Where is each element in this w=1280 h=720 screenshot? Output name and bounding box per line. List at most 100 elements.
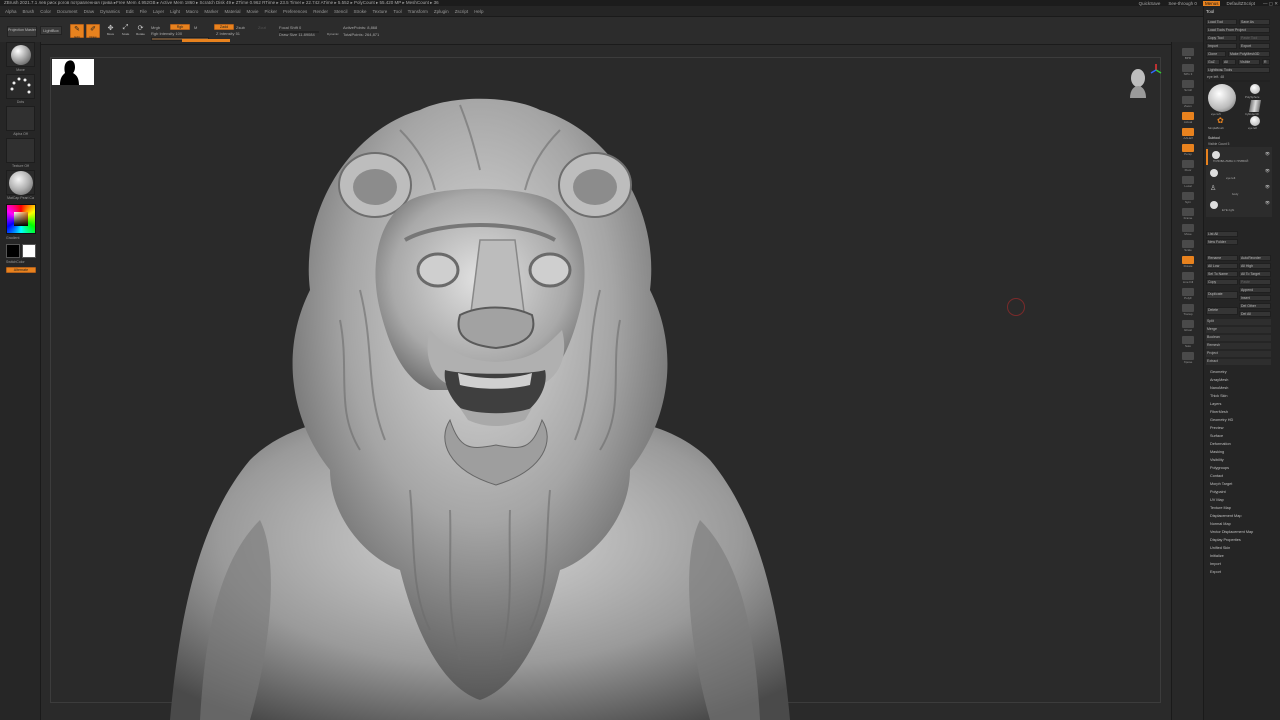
- tool-section-displacement-map[interactable]: Displacement Map: [1210, 512, 1241, 520]
- shelf-solo-button[interactable]: Solo: [1176, 336, 1200, 349]
- all-high-button[interactable]: All High: [1239, 263, 1271, 269]
- mrgb-toggle[interactable]: Mrgb: [151, 25, 160, 30]
- menu-help[interactable]: Help: [474, 9, 483, 14]
- navigation-thumbnail[interactable]: [52, 59, 94, 85]
- tool-section-geometry[interactable]: Geometry: [1210, 368, 1227, 376]
- subtool-item-active[interactable]: ГОЛОВА ЛЬВА С ГРИВОЙ 👁: [1206, 149, 1272, 165]
- menu-material[interactable]: Material: [224, 9, 240, 14]
- shelf-persp-button[interactable]: Persp: [1176, 144, 1200, 157]
- menu-preferences[interactable]: Preferences: [283, 9, 307, 14]
- menu-texture[interactable]: Texture: [373, 9, 388, 14]
- all-to-target-button[interactable]: All To Target: [1239, 271, 1271, 277]
- shelf-xpose-button[interactable]: Xpose: [1176, 352, 1200, 365]
- import-button[interactable]: Import: [1206, 43, 1237, 49]
- zadd-toggle[interactable]: Zadd: [214, 24, 234, 30]
- default-zscript-button[interactable]: DefaultZScript: [1224, 1, 1257, 6]
- window-controls[interactable]: — ▢ ✕: [1261, 1, 1280, 6]
- remesh-button[interactable]: Remesh: [1206, 343, 1271, 349]
- tool-section-initialize[interactable]: Initialize: [1210, 552, 1224, 560]
- z-intensity-slider[interactable]: [182, 39, 262, 42]
- color-picker-square[interactable]: [14, 212, 28, 226]
- menu-brush[interactable]: Brush: [23, 9, 35, 14]
- tool-section-polygroups[interactable]: Polygroups: [1210, 464, 1229, 472]
- tool-thumb-polysphere[interactable]: [1250, 84, 1260, 94]
- delete-button[interactable]: Delete: [1206, 307, 1238, 315]
- menu-file[interactable]: File: [140, 9, 147, 14]
- tool-section-texture-map[interactable]: Texture Map: [1210, 504, 1231, 512]
- visible-count-slider[interactable]: Visible Count 5: [1208, 142, 1229, 146]
- paste-subtool-button[interactable]: Paste: [1239, 279, 1271, 285]
- visibility-eye-icon[interactable]: 👁: [1265, 200, 1270, 205]
- tool-section-nanomesh[interactable]: NanoMesh: [1210, 384, 1228, 392]
- rename-button[interactable]: Rename: [1206, 255, 1238, 261]
- secondary-color-swatch[interactable]: [22, 244, 36, 258]
- tool-section-polypaint[interactable]: Polypaint: [1210, 488, 1226, 496]
- projection-master-button[interactable]: Projection Master: [7, 26, 37, 37]
- lion-sculpt-model[interactable]: [160, 90, 800, 720]
- tool-thumb-eye-left[interactable]: [1208, 84, 1236, 112]
- split-button[interactable]: Split: [1206, 319, 1271, 325]
- new-folder-button[interactable]: New Folder: [1206, 239, 1238, 245]
- menu-tool[interactable]: Tool: [393, 9, 401, 14]
- shelf-ghost-button[interactable]: Ghost: [1176, 320, 1200, 333]
- tool-section-normal-map[interactable]: Normal Map: [1210, 520, 1231, 528]
- menu-stencil[interactable]: Stencil: [334, 9, 348, 14]
- sel-to-name-button[interactable]: Sel To Name: [1206, 271, 1238, 277]
- menu-marker[interactable]: Marker: [204, 9, 218, 14]
- brush-selector[interactable]: [6, 42, 35, 67]
- tool-section-surface[interactable]: Surface: [1210, 432, 1223, 440]
- tool-section-deformation[interactable]: Deformation: [1210, 440, 1231, 448]
- lightbox-tools-button[interactable]: Lightbox▸ Tools: [1206, 67, 1270, 73]
- zcut-toggle[interactable]: Zcut: [258, 25, 266, 30]
- all-low-button[interactable]: All Low: [1206, 263, 1238, 269]
- draw-button[interactable]: ✐ Draw: [86, 24, 100, 39]
- move-button[interactable]: ✥ Move: [104, 24, 117, 38]
- menu-macro[interactable]: Macro: [186, 9, 199, 14]
- tool-section-masking[interactable]: Masking: [1210, 448, 1224, 456]
- visibility-eye-icon[interactable]: 👁: [1265, 151, 1270, 156]
- tool-section-morph-target[interactable]: Morph Target: [1210, 480, 1232, 488]
- subtool-item[interactable]: eye left 👁: [1206, 167, 1272, 181]
- shelf-rotate-button[interactable]: Rotate: [1176, 256, 1200, 269]
- goz-r-button[interactable]: R: [1262, 59, 1270, 65]
- tool-section-import[interactable]: Import: [1210, 560, 1221, 568]
- m-toggle[interactable]: M: [194, 25, 197, 30]
- make-polymesh-button[interactable]: Make PolyMesh3D: [1228, 51, 1270, 57]
- tool-section-layers[interactable]: Layers: [1210, 400, 1221, 408]
- lightbox-button[interactable]: LightBox: [40, 26, 62, 35]
- shelf-spix-3-button[interactable]: SPix 3: [1176, 64, 1200, 77]
- switch-color-button[interactable]: SwitchColor: [6, 260, 25, 264]
- goz-button[interactable]: GoZ: [1206, 59, 1220, 65]
- merge-button[interactable]: Merge: [1206, 327, 1271, 333]
- save-as-button[interactable]: Save As: [1239, 19, 1270, 25]
- del-other-button[interactable]: Del Other: [1239, 303, 1271, 309]
- tool-section-arraymesh[interactable]: ArrayMesh: [1210, 376, 1228, 384]
- alternate-button[interactable]: Alternate: [6, 267, 36, 273]
- tool-section-unified-skin[interactable]: Unified Skin: [1210, 544, 1230, 552]
- copy-subtool-button[interactable]: Copy: [1206, 279, 1238, 285]
- menu-stroke[interactable]: Stroke: [354, 9, 367, 14]
- tool-section-display-properties[interactable]: Display Properties: [1210, 536, 1241, 544]
- zsub-toggle[interactable]: Zsub: [236, 25, 245, 30]
- menu-edit[interactable]: Edit: [126, 9, 134, 14]
- menu-draw[interactable]: Draw: [84, 9, 95, 14]
- tool-section-vector-displacement-map[interactable]: Vector Displacement Map: [1210, 528, 1253, 536]
- main-color-swatch[interactable]: [6, 244, 20, 258]
- alpha-selector[interactable]: [6, 106, 35, 131]
- shelf-move-button[interactable]: Move: [1176, 224, 1200, 237]
- shelf-scale-button[interactable]: Scale: [1176, 240, 1200, 253]
- duplicate-button[interactable]: Duplicate: [1206, 291, 1238, 299]
- menu-zscript[interactable]: Zscript: [455, 9, 469, 14]
- menu-render[interactable]: Render: [313, 9, 328, 14]
- menu-zplugin[interactable]: Zplugin: [434, 9, 449, 14]
- menu-transform[interactable]: Transform: [408, 9, 428, 14]
- subtool-section-header[interactable]: Subtool: [1208, 136, 1220, 140]
- load-tools-from-project-button[interactable]: Load Tools From Project: [1206, 27, 1270, 33]
- tool-section-contact[interactable]: Contact: [1210, 472, 1223, 480]
- menus-button[interactable]: Menus: [1202, 0, 1221, 6]
- current-tool-slider[interactable]: eye left. 48: [1207, 75, 1224, 79]
- visibility-eye-icon[interactable]: 👁: [1265, 168, 1270, 173]
- insert-button[interactable]: Insert: [1239, 295, 1271, 301]
- subtool-item[interactable]: EYE right 👁: [1206, 199, 1272, 213]
- menu-color[interactable]: Color: [40, 9, 51, 14]
